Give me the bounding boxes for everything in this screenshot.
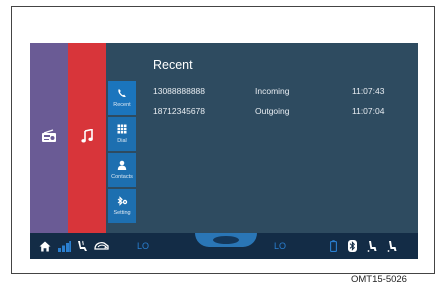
music-source-button[interactable] <box>68 43 106 233</box>
call-number: 18712345678 <box>153 106 206 116</box>
phone-battery-icon <box>330 233 337 259</box>
radio-icon <box>41 128 57 148</box>
phone-tab-list: Recent Dial Contacts Setting <box>108 81 138 225</box>
tab-recent-label: Recent <box>113 102 131 108</box>
tab-setting[interactable]: Setting <box>108 189 136 223</box>
call-direction: Outgoing <box>255 106 290 116</box>
tab-recent[interactable]: Recent <box>108 81 136 115</box>
infotainment-screen: Recent Dial Contacts Setting Recent 1308… <box>30 43 418 259</box>
bluetooth-setting-icon <box>117 195 128 209</box>
figure-caption: OMT15-5026 <box>351 274 407 285</box>
bluetooth-icon <box>348 233 357 259</box>
status-bar: LO LO <box>30 233 418 259</box>
call-time: 11:07:43 <box>352 86 385 96</box>
phone-panel: Recent Dial Contacts Setting Recent 1308… <box>106 43 418 233</box>
person-icon <box>117 160 127 173</box>
page-title: Recent <box>153 58 193 72</box>
call-list-item[interactable]: 18712345678 Outgoing 11:07:04 <box>153 106 403 118</box>
home-icon[interactable] <box>39 233 51 259</box>
radio-source-button[interactable] <box>30 43 68 233</box>
air-recirculation-icon[interactable] <box>94 233 110 259</box>
fan-icon <box>213 236 239 244</box>
signal-strength-icon <box>58 233 71 259</box>
tab-setting-label: Setting <box>113 210 131 216</box>
seat-heating-icon[interactable] <box>76 233 88 259</box>
call-time: 11:07:04 <box>352 106 385 116</box>
keypad-icon <box>117 124 127 137</box>
phone-icon <box>117 88 127 101</box>
tab-dial[interactable]: Dial <box>108 117 136 151</box>
left-seat-heat-icon[interactable] <box>367 233 377 259</box>
call-direction: Incoming <box>255 86 290 96</box>
music-note-icon <box>81 128 93 148</box>
call-number: 13088888888 <box>153 86 206 96</box>
tab-contacts[interactable]: Contacts <box>108 153 136 187</box>
tab-contacts-label: Contacts <box>111 174 133 180</box>
right-seat-heat-icon[interactable] <box>387 233 397 259</box>
call-list-item[interactable]: 13088888888 Incoming 11:07:43 <box>153 86 403 98</box>
tab-dial-label: Dial <box>117 138 127 144</box>
right-temperature-display[interactable]: LO <box>274 233 286 259</box>
left-temperature-display[interactable]: LO <box>137 233 149 259</box>
